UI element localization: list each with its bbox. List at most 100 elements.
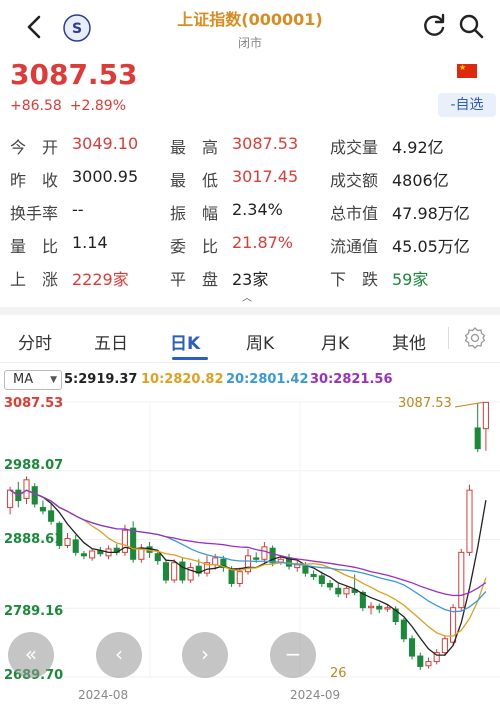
top-bar: S 上证指数(000001) 闭市 — [0, 0, 500, 58]
candle — [335, 587, 342, 595]
rewind-button[interactable]: « — [8, 632, 54, 678]
tab-other[interactable]: 其他 — [392, 329, 426, 354]
candle — [23, 479, 30, 499]
stat-value: 3000.95 — [72, 167, 139, 186]
price-tag-leader — [454, 401, 483, 408]
candle — [212, 557, 219, 566]
tab-monthly-k[interactable]: 月K — [321, 329, 349, 354]
stat-label: 下 跌 — [330, 270, 379, 289]
candle — [368, 605, 375, 609]
collapse-caret-icon[interactable]: ︿ — [242, 289, 252, 304]
candle — [228, 569, 235, 584]
stats-row: 昨 收 3000.95 最 低 3017.45 成交额 4806亿 — [10, 163, 495, 196]
candle — [261, 546, 268, 560]
candle — [154, 553, 161, 562]
stat-value: 45.05万亿 — [392, 237, 470, 256]
stats-row: 上 涨 2229家 平 盘 23家 下 跌 59家 — [10, 262, 495, 295]
latest-price-tag: 3087.53 — [398, 396, 452, 411]
refresh-icon[interactable] — [420, 12, 448, 40]
prev-button[interactable]: ‹ — [96, 632, 142, 678]
candle — [482, 401, 489, 430]
candle — [80, 553, 87, 557]
candle — [376, 605, 383, 610]
stat-label: 昨 收 — [10, 171, 59, 190]
candle — [39, 506, 46, 512]
stat-label: 总市值 — [330, 204, 379, 223]
candle — [236, 571, 243, 584]
stat-value: 3017.45 — [232, 167, 299, 186]
stats-row: 换手率 -- 振 幅 2.34% 总市值 47.98万亿 — [10, 196, 495, 229]
tab-intraday[interactable]: 分时 — [18, 329, 52, 354]
candle — [162, 562, 170, 581]
y-axis-label: 2888.61 — [4, 532, 64, 547]
price-change: +86.58 +2.89% — [10, 98, 134, 114]
stats-row: 量 比 1.14 委 比 21.87% 流通值 45.05万亿 — [10, 229, 495, 262]
candle — [310, 573, 317, 578]
tab-weekly-k[interactable]: 周K — [246, 329, 274, 354]
stat-value: -- — [72, 200, 84, 219]
stat-value: 4.92亿 — [392, 138, 444, 157]
next-button[interactable]: › — [182, 632, 228, 678]
candle — [409, 638, 416, 657]
x-axis-label: 2024-09 — [290, 688, 341, 702]
stat-value: 3087.53 — [232, 134, 299, 153]
stat-value: 4806亿 — [392, 171, 449, 190]
stat-value: 59家 — [392, 270, 429, 289]
china-flag-icon: ★ — [457, 63, 477, 78]
zoom-out-button[interactable]: − — [270, 632, 316, 678]
candle — [179, 561, 186, 581]
stat-value: 2.34% — [232, 200, 283, 219]
candle — [450, 607, 457, 643]
stat-value: 2229家 — [72, 270, 129, 289]
kline-chart-svg — [0, 401, 500, 678]
candle — [400, 619, 407, 640]
candle — [441, 638, 448, 654]
candle — [31, 486, 38, 505]
gear-icon[interactable] — [463, 326, 487, 350]
candle — [474, 427, 481, 450]
candle — [343, 587, 350, 595]
ma20-value: 20:2801.42 — [226, 372, 309, 387]
candle — [64, 538, 71, 546]
ma10-value: 10:2820.82 — [141, 372, 224, 387]
stat-label: 量 比 — [10, 237, 59, 256]
candle — [384, 607, 391, 610]
stat-label: 平 盘 — [170, 270, 219, 289]
change-amount: +86.58 — [10, 98, 62, 114]
search-icon[interactable] — [457, 12, 485, 40]
ma30-value: 30:2821.56 — [310, 372, 393, 387]
chevron-down-icon: ▼ — [50, 375, 57, 385]
candle — [130, 527, 137, 560]
candle — [171, 562, 178, 581]
candle — [48, 510, 55, 522]
indicator-select[interactable]: MA ▼ — [4, 370, 62, 390]
current-price: 3087.53 — [10, 58, 138, 91]
partial-label: 26 — [330, 666, 347, 681]
y-axis-label: 3087.53 — [4, 396, 64, 411]
ma-legend: MA ▼ 5:2919.37 10:2820.82 20:2801.42 30:2… — [4, 370, 500, 390]
stat-label: 最 低 — [170, 171, 219, 190]
remove-watchlist-button[interactable]: -自选 — [438, 93, 496, 117]
change-percent: +2.89% — [69, 98, 127, 114]
chart-period-tabs: 分时 五日 日K 周K 月K 其他 — [0, 315, 500, 363]
stat-label: 换手率 — [10, 204, 59, 223]
stat-value: 3049.10 — [72, 134, 139, 153]
stat-label: 成交额 — [330, 171, 379, 190]
kline-chart[interactable]: 3087.53 2988.07 2888.61 2789.16 2689.70 … — [0, 392, 500, 710]
ma5-value: 5:2919.37 — [64, 372, 138, 387]
candle — [89, 550, 96, 559]
indicator-select-value: MA — [13, 372, 34, 387]
section-divider — [0, 307, 500, 315]
candle — [294, 564, 301, 569]
tab-five-day[interactable]: 五日 — [94, 329, 128, 354]
tab-daily-k[interactable]: 日K — [170, 329, 200, 354]
stat-label: 委 比 — [170, 237, 219, 256]
candle — [7, 489, 14, 508]
tab-separator — [448, 327, 449, 349]
active-tab-indicator — [172, 357, 208, 360]
candle — [466, 489, 473, 553]
candle — [458, 551, 465, 609]
stat-label: 今 开 — [10, 138, 59, 157]
stat-label: 上 涨 — [10, 270, 59, 289]
stat-value: 1.14 — [72, 233, 108, 252]
